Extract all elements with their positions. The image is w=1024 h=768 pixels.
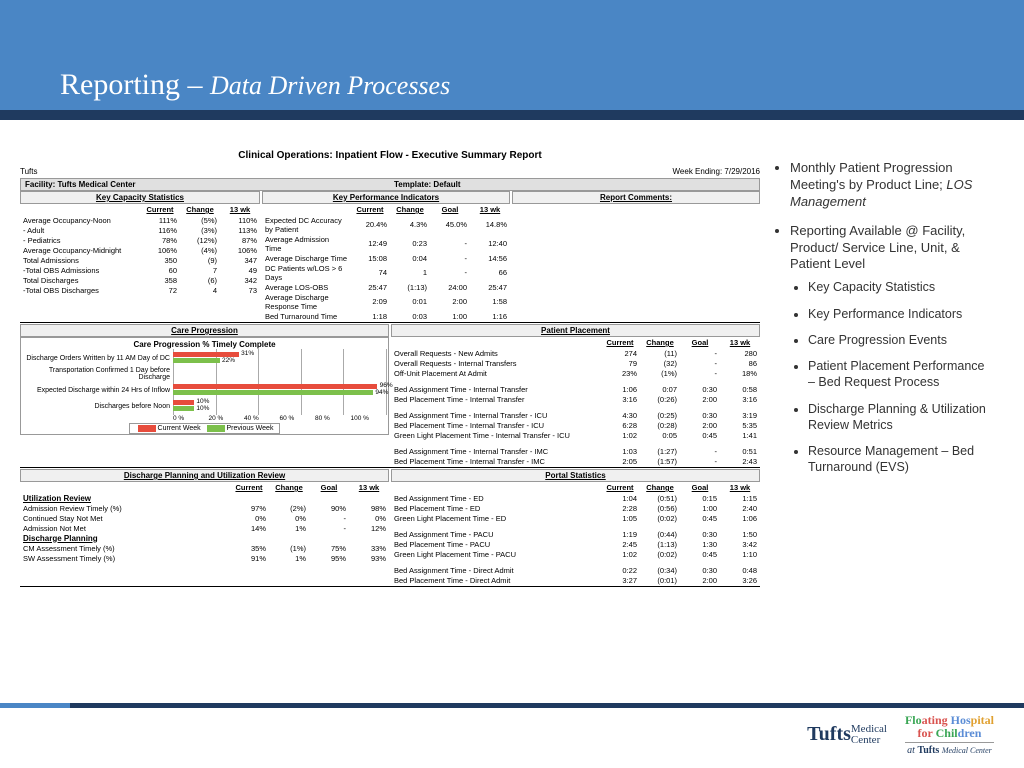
pp-header: Patient Placement — [391, 324, 760, 337]
tufts-logo: TuftsMedicalCenter — [807, 724, 887, 746]
table-row: Bed Placement Time - ED2:28(0:56)1:002:4… — [391, 503, 760, 513]
table-row: Admission Review Timely (%)97%(2%)90%98% — [20, 503, 389, 513]
title-sub: Data Driven Processes — [210, 71, 450, 100]
portal-table: CurrentChangeGoal13 wkBed Assignment Tim… — [391, 482, 760, 585]
kcs-header: Key Capacity Statistics — [20, 191, 260, 204]
bullet-2: Reporting Available @ Facility, Product/… — [790, 223, 994, 476]
table-row: - Pediatrics78%(12%)87% — [20, 235, 260, 245]
table-row: Continued Stay Not Met0%0%-0% — [20, 513, 389, 523]
table-row: Average Occupancy-Midnight106%(4%)106% — [20, 245, 260, 255]
footer-accent — [0, 703, 70, 708]
table-row: -Total OBS Admissions60749 — [20, 265, 260, 275]
table-row: Overall Requests - Internal Transfers79(… — [391, 358, 760, 368]
table-row: Bed Assignment Time - Internal Transfer … — [391, 446, 760, 456]
bar-row: Discharge Orders Written by 11 AM Day of… — [23, 351, 386, 365]
table-row: Average Admission Time12:490:23-12:40 — [262, 234, 510, 253]
sub-bullet: Discharge Planning & Utilization Review … — [808, 401, 994, 434]
legend-swatch-prev — [207, 425, 225, 432]
title-banner: Reporting – Data Driven Processes — [0, 0, 1024, 120]
footer-logos: TuftsMedicalCenter Floating Hospital for… — [807, 714, 994, 756]
table-row: Bed Assignment Time - Direct Admit0:22(0… — [391, 565, 760, 575]
table-row: Admission Not Met14%1%-12% — [20, 523, 389, 533]
care-xaxis: 0 %20 %40 %60 %80 %100 % — [173, 415, 386, 422]
table-row: Expected DC Accuracy by Patient20.4%4.3%… — [262, 215, 510, 234]
table-row: Bed Placement Time - PACU2:45(1:13)1:303… — [391, 539, 760, 549]
facility-row: Facility: Tufts Medical Center Template:… — [20, 178, 760, 191]
patient-placement-section: Patient Placement CurrentChangeGoal13 wk… — [391, 324, 760, 466]
table-row: Bed Placement Time - Internal Transfer3:… — [391, 394, 760, 404]
table-row: Average Discharge Time15:080:04-14:56 — [262, 253, 510, 263]
table-row: Green Light Placement Time - Internal Tr… — [391, 430, 760, 440]
report-comments-header: Report Comments: — [512, 191, 760, 204]
table-row: -Total OBS Discharges72473 — [20, 285, 260, 295]
table-row: Bed Placement Time - Internal Transfer -… — [391, 420, 760, 430]
pp-table: CurrentChangeGoal13 wkOverall Requests -… — [391, 337, 760, 466]
bullet-list: Monthly Patient Progression Meeting's by… — [774, 160, 994, 488]
table-row: Bed Turnaround Time1:180:031:001:16 — [262, 311, 510, 321]
banner-stripe — [0, 110, 1024, 120]
title-main: Reporting – — [60, 68, 210, 101]
sub-bullet: Patient Placement Performance – Bed Requ… — [808, 358, 994, 391]
table-row: Average Occupancy-Noon111%(5%)110% — [20, 215, 260, 225]
table-row: Overall Requests - New Admits274(11)-280 — [391, 348, 760, 358]
facility-label: Facility: Tufts Medical Center — [21, 179, 390, 190]
report-org: Tufts — [20, 167, 37, 176]
table-row: - Adult116%(3%)113% — [20, 225, 260, 235]
table-row: Green Light Placement Time - PACU1:02(0:… — [391, 549, 760, 559]
care-legend: Current Week Previous Week — [23, 425, 386, 432]
sub-bullet: Care Progression Events — [808, 332, 994, 348]
dpu-header: Discharge Planning and Utilization Revie… — [20, 469, 389, 482]
portal-section: Portal Statistics CurrentChangeGoal13 wk… — [391, 469, 760, 585]
bar-row: Transportation Confirmed 1 Day before Di… — [23, 367, 386, 381]
legend-prev: Previous Week — [227, 425, 274, 432]
table-row: Total Discharges358(6)342 — [20, 275, 260, 285]
bar-row: Expected Discharge within 24 Hrs of Infl… — [23, 383, 386, 397]
bullet-1: Monthly Patient Progression Meeting's by… — [790, 160, 994, 211]
kcs-section: Key Capacity Statistics CurrentChange13 … — [20, 191, 260, 321]
template-label: Template: Default — [390, 179, 759, 190]
report-title: Clinical Operations: Inpatient Flow - Ex… — [20, 150, 760, 161]
table-row: Bed Assignment Time - Internal Transfer1… — [391, 384, 760, 394]
table-row: Average LOS-OBS25:47(1:13)24:0025:47 — [262, 282, 510, 292]
sub-bullet: Key Performance Indicators — [808, 306, 994, 322]
care-header: Care Progression — [20, 324, 389, 337]
kpi-section: Key Performance Indicators CurrentChange… — [262, 191, 510, 321]
report-screenshot: Clinical Operations: Inpatient Flow - Ex… — [20, 150, 760, 588]
dpu-table: CurrentChangeGoal13 wkUtilization Review… — [20, 482, 389, 563]
table-row: Off-Unit Placement At Admit23%(1%)-18% — [391, 368, 760, 378]
table-row: SW Assessment Timely (%)91%1%95%93% — [20, 553, 389, 563]
footer-bar — [0, 703, 1024, 708]
legend-current: Current Week — [158, 425, 201, 432]
kcs-table: CurrentChange13 wkAverage Occupancy-Noon… — [20, 204, 260, 295]
table-row: Bed Assignment Time - PACU1:19(0:44)0:30… — [391, 529, 760, 539]
floating-hospital-logo: Floating Hospital for Children at Tufts … — [905, 714, 994, 756]
dpu-section: Discharge Planning and Utilization Revie… — [20, 469, 389, 585]
care-chart-title: Care Progression % Timely Complete — [23, 340, 386, 349]
sub-bullet: Key Capacity Statistics — [808, 279, 994, 295]
care-chart: Care Progression % Timely Complete Disch… — [20, 337, 389, 435]
table-row: Bed Placement Time - Direct Admit3:27(0:… — [391, 575, 760, 585]
portal-header: Portal Statistics — [391, 469, 760, 482]
table-row: Bed Placement Time - Internal Transfer -… — [391, 456, 760, 466]
table-row: Total Admissions350(9)347 — [20, 255, 260, 265]
report-comments-section: Report Comments: — [512, 191, 760, 321]
sub-bullet: Resource Management – Bed Turnaround (EV… — [808, 443, 994, 476]
kpi-table: CurrentChangeGoal13 wkExpected DC Accura… — [262, 204, 510, 321]
table-row: Average Discharge Response Time2:090:012… — [262, 292, 510, 311]
table-row: Green Light Placement Time - ED1:05(0:02… — [391, 513, 760, 523]
table-row: Bed Assignment Time - Internal Transfer … — [391, 410, 760, 420]
kpi-header: Key Performance Indicators — [262, 191, 510, 204]
slide-title: Reporting – Data Driven Processes — [60, 68, 450, 102]
legend-swatch-current — [138, 425, 156, 432]
week-ending: Week Ending: 7/29/2016 — [673, 167, 760, 176]
care-progression-section: Care Progression Care Progression % Time… — [20, 324, 389, 466]
table-row: DC Patients w/LOS > 6 Days741-66 — [262, 263, 510, 282]
table-row: CM Assessment Timely (%)35%(1%)75%33% — [20, 543, 389, 553]
table-row: Bed Assignment Time - ED1:04(0:51)0:151:… — [391, 493, 760, 503]
bar-row: Discharges before Noon10%10% — [23, 399, 386, 413]
